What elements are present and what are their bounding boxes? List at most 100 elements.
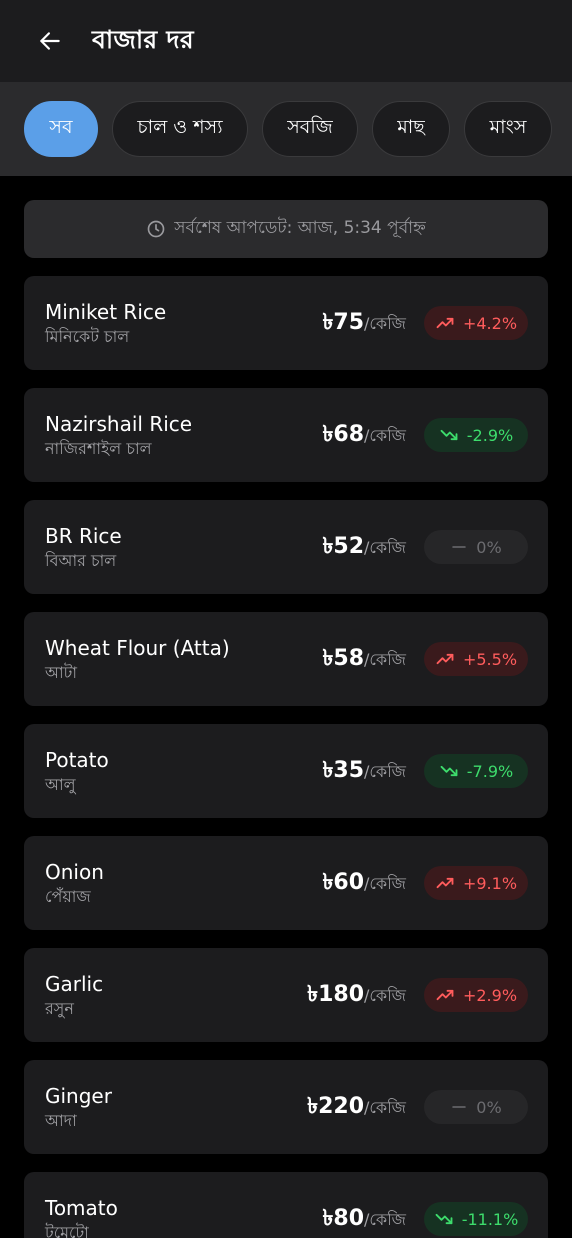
item-price: ৳58/কেজি (322, 641, 406, 678)
item-price: ৳35/কেজি (322, 753, 406, 790)
chip-all[interactable]: সব (24, 101, 98, 157)
change-value: -2.9% (466, 425, 514, 445)
item-name-bn: আটা (45, 662, 78, 682)
last-update-banner: সর্বশেষ আপডেট: আজ, 5:34 পূর্বাহ্ন (24, 200, 548, 258)
item-name-en: Miniket Rice (45, 299, 167, 324)
price-info: ৳52/কেজি 0% (322, 529, 528, 566)
change-value: +2.9% (462, 985, 518, 1005)
category-filter-bar: সব চাল ও শস্য সবজি মাছ মাংস (0, 82, 572, 176)
item-name-en: Onion (45, 859, 104, 884)
item-name-block: Nazirshail Rice নাজিরশাইল চাল (45, 411, 192, 460)
price-info: ৳60/কেজি +9.1% (322, 865, 528, 902)
change-badge: +9.1% (424, 866, 528, 900)
item-name-block: Onion পেঁয়াজ (45, 859, 104, 908)
change-value: 0% (476, 1097, 502, 1117)
trending-down-icon (440, 429, 458, 441)
item-name-block: BR Rice বিআর চাল (45, 523, 122, 572)
price-unit: /কেজি (364, 1097, 406, 1117)
price-unit: /কেজি (364, 313, 406, 333)
item-name-en: Tomato (45, 1195, 118, 1220)
item-name-block: Wheat Flour (Atta) আটা (45, 635, 230, 684)
chip-meat[interactable]: মাংস (464, 101, 552, 157)
change-badge: -11.1% (424, 1202, 528, 1236)
price-info: ৳58/কেজি +5.5% (322, 641, 528, 678)
item-price: ৳52/কেজি (322, 529, 406, 566)
price-info: ৳68/কেজি -2.9% (322, 417, 528, 454)
price-value: ৳80 (322, 1205, 365, 1231)
item-name-bn: আদা (45, 1110, 77, 1130)
price-value: ৳180 (307, 981, 365, 1007)
item-price: ৳220/কেজি (307, 1089, 406, 1126)
price-value: ৳68 (322, 421, 365, 447)
page-title: বাজার দর (92, 24, 194, 54)
change-badge: +4.2% (424, 306, 528, 340)
change-badge: +5.5% (424, 642, 528, 676)
price-info: ৳80/কেজি -11.1% (322, 1201, 528, 1238)
price-info: ৳220/কেজি 0% (307, 1089, 528, 1126)
price-card[interactable]: Onion পেঁয়াজ ৳60/কেজি +9.1% (24, 836, 548, 930)
price-card[interactable]: Wheat Flour (Atta) আটা ৳58/কেজি +5.5% (24, 612, 548, 706)
item-name-bn: রসুন (45, 998, 74, 1018)
trending-up-icon (436, 877, 454, 889)
item-name-block: Potato আলু (45, 747, 109, 796)
price-unit: /কেজি (364, 873, 406, 893)
chip-fish[interactable]: মাছ (372, 101, 450, 157)
item-name-block: Tomato টমেটো (45, 1195, 118, 1238)
item-name-bn: আলু (45, 774, 76, 794)
item-price: ৳80/কেজি (322, 1201, 406, 1238)
price-list: সর্বশেষ আপডেট: আজ, 5:34 পূর্বাহ্ন Minike… (0, 176, 572, 1238)
back-button[interactable] (36, 27, 64, 55)
trending-up-icon (436, 989, 454, 1001)
price-unit: /কেজি (364, 537, 406, 557)
price-value: ৳35 (322, 757, 365, 783)
price-unit: /কেজি (364, 985, 406, 1005)
trending-up-icon (436, 653, 454, 665)
item-price: ৳68/কেজি (322, 417, 406, 454)
price-info: ৳75/কেজি +4.2% (322, 305, 528, 342)
price-unit: /কেজি (364, 761, 406, 781)
change-badge: -7.9% (424, 754, 528, 788)
item-name-block: Miniket Rice মিনিকেট চাল (45, 299, 166, 348)
change-value: +9.1% (462, 873, 518, 893)
minus-icon (452, 1106, 467, 1108)
price-card[interactable]: Ginger আদা ৳220/কেজি 0% (24, 1060, 548, 1154)
price-value: ৳60 (322, 869, 365, 895)
price-value: ৳58 (322, 645, 365, 671)
last-update-text: সর্বশেষ আপডেট: আজ, 5:34 পূর্বাহ্ন (174, 218, 426, 238)
item-name-bn: নাজিরশাইল চাল (45, 438, 152, 458)
item-price: ৳180/কেজি (307, 977, 406, 1014)
change-value: +5.5% (462, 649, 518, 669)
change-badge: -2.9% (424, 418, 528, 452)
price-card[interactable]: Tomato টমেটো ৳80/কেজি -11.1% (24, 1172, 548, 1238)
item-name-en: Wheat Flour (Atta) (45, 635, 230, 660)
item-price: ৳75/কেজি (322, 305, 406, 342)
price-value: ৳52 (322, 533, 365, 559)
item-name-en: BR Rice (45, 523, 122, 548)
minus-icon (452, 546, 467, 548)
trending-down-icon (440, 765, 458, 777)
item-name-en: Garlic (45, 971, 104, 996)
item-name-bn: বিআর চাল (45, 550, 117, 570)
change-value: -11.1% (461, 1209, 519, 1229)
change-value: 0% (476, 537, 502, 557)
price-card[interactable]: Potato আলু ৳35/কেজি -7.9% (24, 724, 548, 818)
item-price: ৳60/কেজি (322, 865, 406, 902)
trending-up-icon (436, 317, 454, 329)
item-name-block: Ginger আদা (45, 1083, 112, 1132)
price-card[interactable]: Nazirshail Rice নাজিরশাইল চাল ৳68/কেজি -2.9… (24, 388, 548, 482)
item-name-bn: মিনিকেট চাল (45, 326, 130, 346)
chip-vegetables[interactable]: সবজি (262, 101, 358, 157)
price-unit: /কেজি (364, 1209, 406, 1229)
item-name-bn: টমেটো (45, 1222, 89, 1238)
price-card[interactable]: Miniket Rice মিনিকেট চাল ৳75/কেজি +4.2% (24, 276, 548, 370)
arrow-left-icon (40, 32, 60, 50)
item-name-bn: পেঁয়াজ (45, 886, 91, 906)
chip-rice-grain[interactable]: চাল ও শস্য (112, 101, 248, 157)
change-badge: 0% (424, 1090, 528, 1124)
item-name-en: Potato (45, 747, 109, 772)
price-card[interactable]: BR Rice বিআর চাল ৳52/কেজি 0% (24, 500, 548, 594)
clock-icon (146, 219, 166, 239)
item-name-en: Ginger (45, 1083, 112, 1108)
price-card[interactable]: Garlic রসুন ৳180/কেজি +2.9% (24, 948, 548, 1042)
item-name-en: Nazirshail Rice (45, 411, 193, 436)
